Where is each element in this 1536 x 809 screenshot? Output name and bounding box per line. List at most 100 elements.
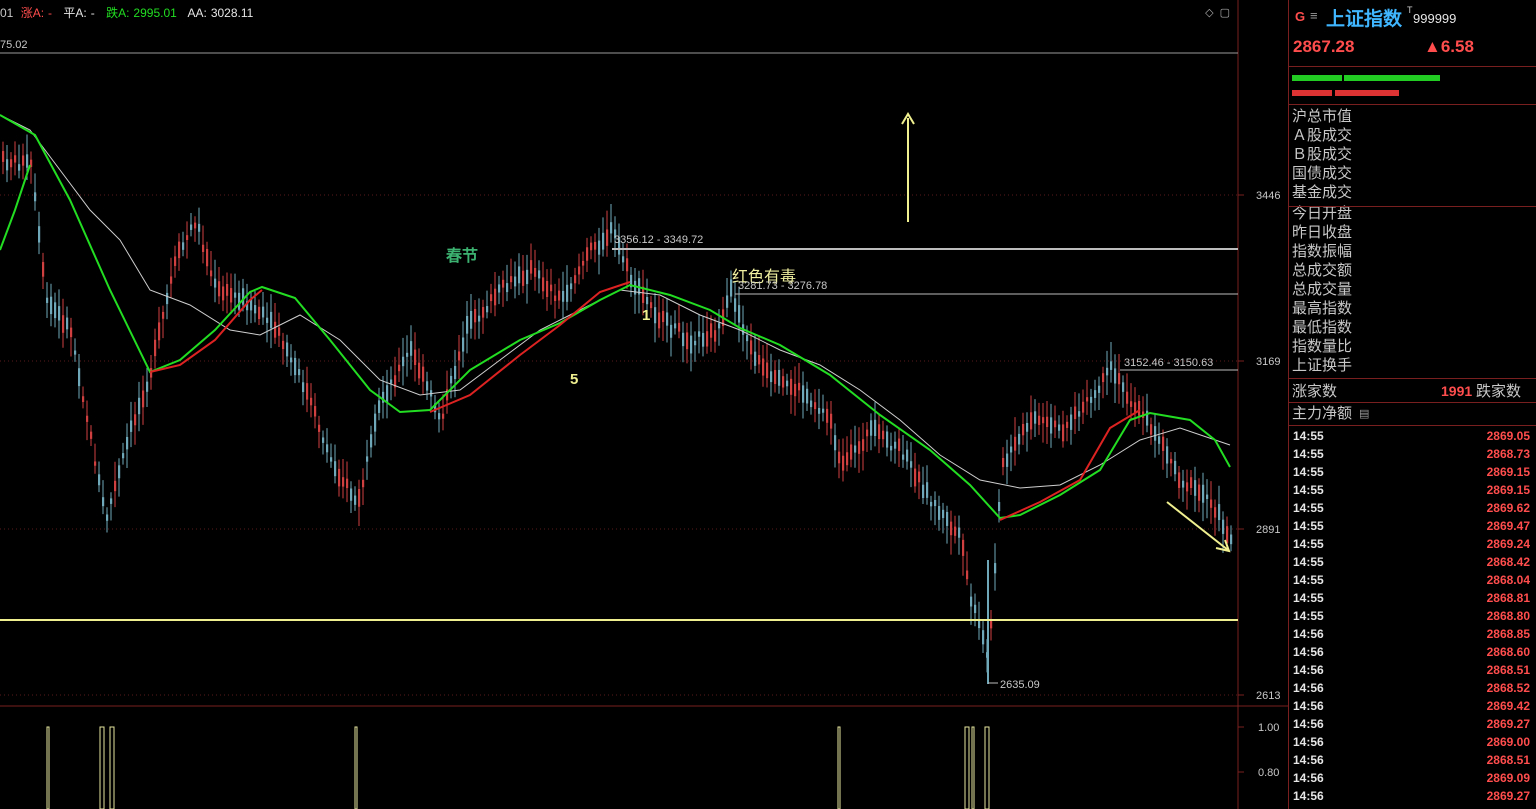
tick-time: 14:55 [1293,573,1324,587]
candle-body [566,284,569,302]
candle-body [690,335,693,354]
stat-row-label: 昨日收盘 [1292,224,1353,241]
candle-body [1202,484,1205,503]
candle-body [110,498,113,504]
candle-body [242,288,245,305]
candle-body [270,311,273,329]
annotation-wave5: 5 [570,371,578,388]
window-restore-icon[interactable]: ▢ [1220,7,1230,19]
tick-time: 14:55 [1293,501,1324,515]
table-icon[interactable]: ▤ [1359,405,1369,424]
stat-row-label: Ａ股成交 [1292,127,1353,144]
menu-icon[interactable]: ≡ [1310,8,1318,23]
candle-body [894,441,897,449]
candle-body [778,369,781,386]
candle-body [1026,422,1029,432]
candle-body [202,244,205,252]
candle-body [54,302,57,319]
candle-body [222,286,225,301]
volume-spike [964,726,970,809]
candle-body [1050,417,1053,434]
down-label: 跌A: [106,6,130,20]
candle-body [514,276,517,287]
index-change: ▲6.58 [1424,37,1474,56]
candle-body [346,478,349,489]
candle-body [850,444,853,460]
candle-body [858,441,861,454]
candle-body [170,276,173,284]
candle-body [654,307,657,324]
diamond-icon[interactable]: ◇ [1205,7,1213,19]
candle-body [922,484,925,499]
netflow-row[interactable]: 主力净额 ▤ [1289,404,1536,423]
candle-body [1018,433,1021,445]
candle-body [698,331,701,337]
candle-body [510,276,513,283]
candle-body [402,356,405,367]
candle-body [1090,396,1093,403]
candle-body [606,229,609,246]
candle-body [1074,406,1077,420]
candle-body [174,256,177,266]
candle-body [1062,424,1065,442]
ma-green-line [0,114,1231,520]
kline-chart[interactable]: 34463169289126131.000.80春节红色有毒513356.12 … [0,0,1288,809]
tick-price: 2868.73 [1486,447,1530,461]
kline-chart-area[interactable]: 3446 3169 2891 2613 1.00 0.80 春节 红色有毒 5 1 3356.12 … [0,0,1288,809]
candle-body [330,457,333,462]
tick-price: 2869.24 [1486,537,1530,551]
candle-body [1178,472,1181,488]
candle-body [1170,458,1173,464]
separator [1289,402,1536,403]
tick-price: 2869.27 [1486,717,1530,731]
candle-body [262,306,265,318]
candle-body [6,159,9,171]
down-value: 2995.01 [133,6,177,20]
volume-spike [354,726,358,809]
candle-body [374,413,377,432]
candle-body [290,357,293,363]
stat-row-label: 总成交额 [1292,262,1353,279]
candle-body [530,260,533,274]
candle-body [474,309,477,323]
candle-body [686,332,689,350]
candle-body [482,307,485,318]
up-label: 涨A: [20,6,45,20]
candle-body [466,315,469,334]
candle-body [954,526,957,536]
candle-body [750,340,753,355]
candle-body [1162,436,1165,451]
candle-body [1098,385,1101,393]
tick-price: 2868.42 [1486,555,1530,569]
candle-body [526,269,529,285]
candle-body [318,424,321,432]
tick-time: 14:56 [1293,717,1324,731]
candle-body [1110,361,1113,370]
candle-body [1230,534,1233,545]
candle-body [542,277,545,292]
tick-time: 14:56 [1293,753,1324,767]
candle-body [674,323,677,329]
candle-body [386,385,389,403]
tick-price: 2868.52 [1486,681,1530,695]
candle-body [810,400,813,408]
tick-time: 14:55 [1293,537,1324,551]
volume-spike [837,726,841,809]
candle-body [406,352,409,357]
candle-body [1030,412,1033,430]
candle-body [418,362,421,379]
candle-body [794,383,797,397]
candle-body [166,292,169,305]
candle-body [1114,368,1117,384]
candle-body [46,297,49,303]
candle-body [626,258,629,272]
candle-body [230,288,233,303]
volume-spike [971,726,975,809]
market-tag: G [1295,9,1306,24]
candle-body [570,283,573,290]
candle-body [442,413,445,419]
candle-body [294,357,297,376]
candle-body [602,232,605,250]
candle-body [410,341,413,356]
candle-body [134,414,137,426]
